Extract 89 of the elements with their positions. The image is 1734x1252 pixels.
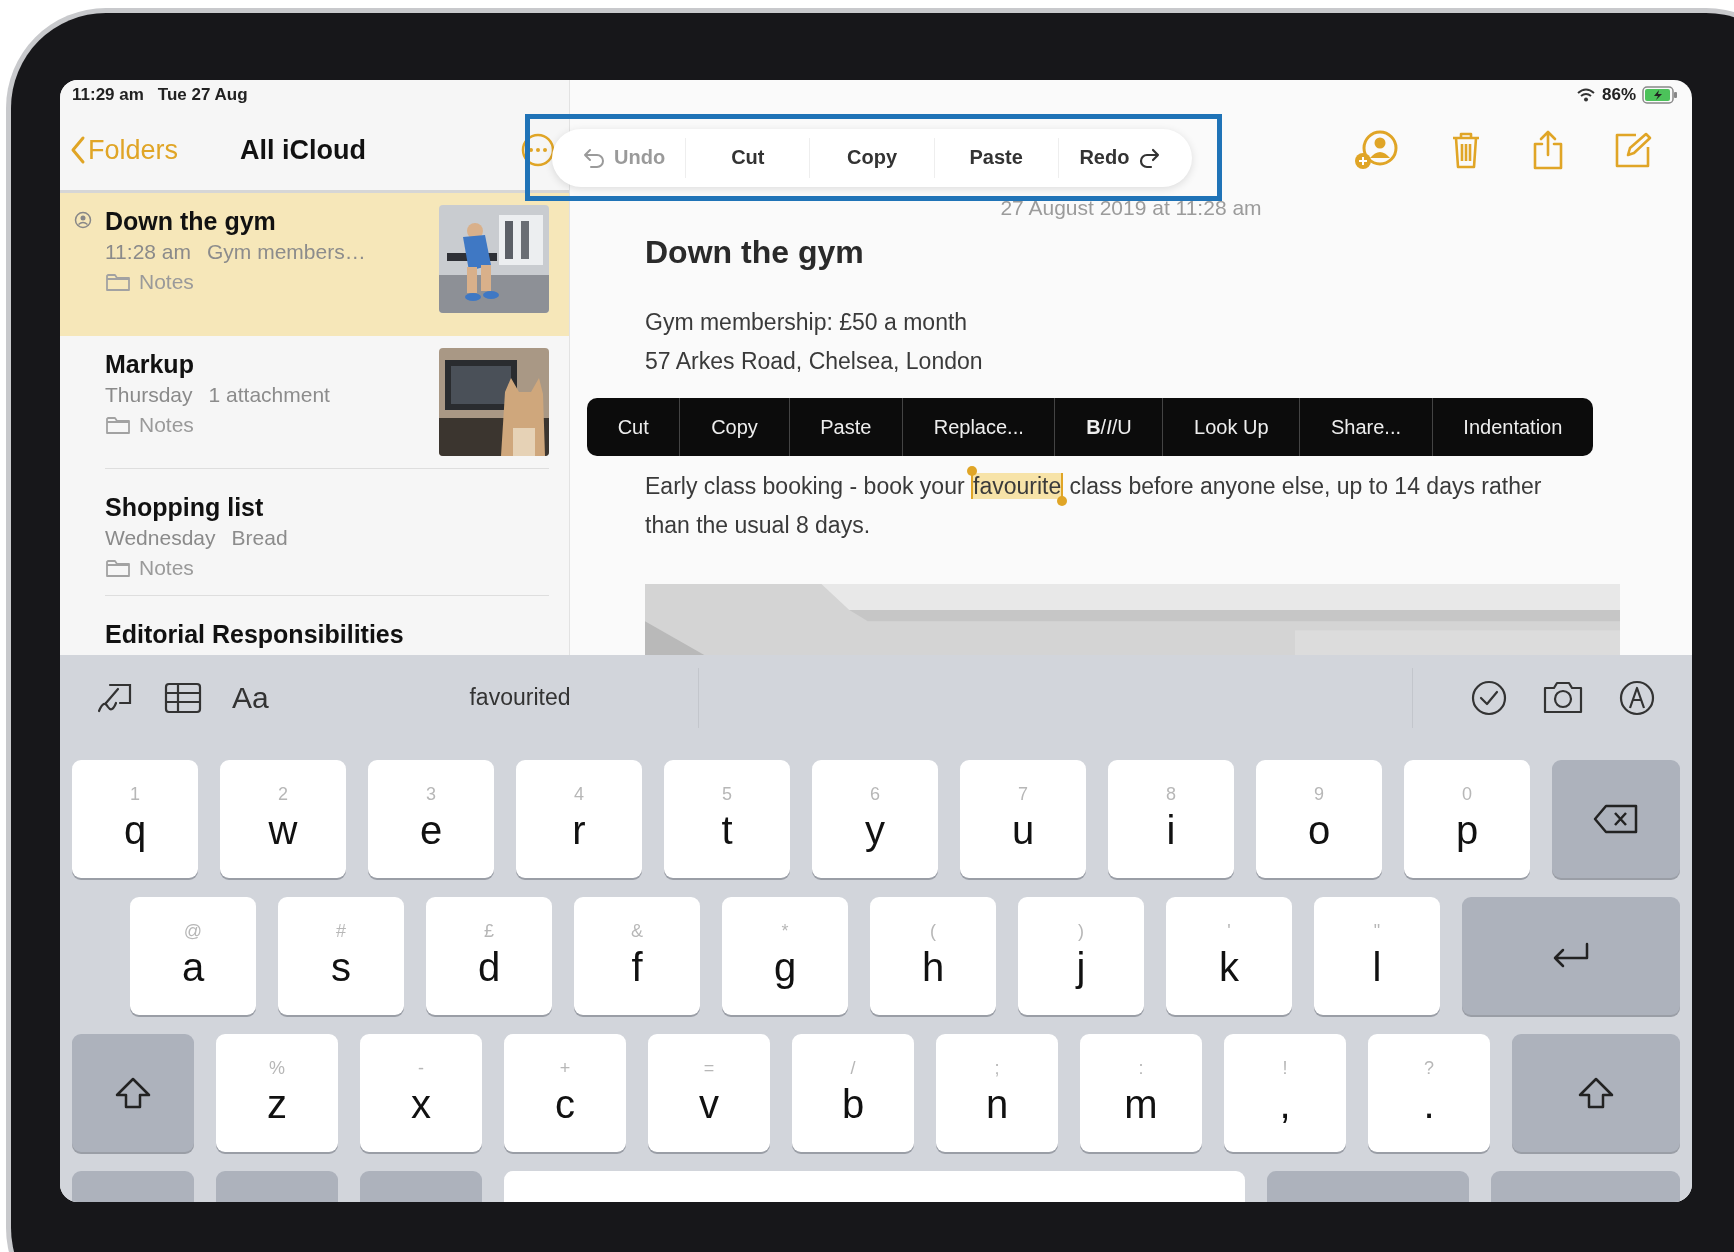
shift-key[interactable] — [1512, 1034, 1680, 1152]
note-preview: 1 attachment — [208, 382, 330, 408]
delete-key[interactable] — [1552, 760, 1680, 878]
shift-icon — [114, 1076, 152, 1110]
compose-icon[interactable] — [1614, 131, 1652, 169]
keyboard-key[interactable]: ( h — [870, 897, 996, 1015]
menu-item[interactable]: Indentation — [1432, 398, 1593, 456]
note-time: Thursday — [105, 382, 193, 408]
menu-item[interactable]: Share... — [1300, 398, 1433, 456]
status-date: Tue 27 Aug — [157, 85, 248, 105]
note-title: Markup — [105, 349, 195, 380]
note-line: 57 Arkes Road, Chelsea, London — [645, 347, 983, 376]
note-title: Shopping list — [105, 492, 265, 523]
share-icon[interactable] — [1532, 129, 1564, 171]
keyboard-key[interactable]: 8 i — [1108, 760, 1234, 878]
toolbar-button[interactable]: Paste — [934, 137, 1059, 178]
keyboard-key[interactable]: ; n — [936, 1034, 1058, 1152]
sidebar-title: All iCloud — [240, 134, 366, 166]
note-folder: Notes — [139, 555, 194, 581]
note-paragraph: Early class booking - book your favourite class before anyone else, up to 14 days rather than the usual 8 days. — [645, 467, 1542, 545]
keyboard-key[interactable]: £ d — [426, 897, 552, 1015]
keyboard-key[interactable]: : m — [1080, 1034, 1202, 1152]
shift-icon — [1577, 1076, 1615, 1110]
table-icon[interactable] — [164, 681, 202, 714]
folder-icon — [105, 415, 131, 435]
keyboard-key[interactable]: / b — [792, 1034, 914, 1152]
battery-icon — [1642, 86, 1678, 104]
note-heading: Down the gym — [645, 234, 864, 271]
note-time: Wednesday — [105, 525, 216, 551]
keyboard-key[interactable]: 5 t — [664, 760, 790, 878]
keyboard-key[interactable]: + c — [504, 1034, 626, 1152]
note-list-item[interactable]: Down the gym 11:28 am Gym members… Notes — [60, 193, 569, 336]
note-preview: Bread — [231, 525, 288, 551]
note-folder: Notes — [139, 412, 194, 438]
undo-icon — [582, 146, 607, 169]
keyboard-key[interactable]: # s — [278, 897, 404, 1015]
menu-item[interactable]: Replace... — [903, 398, 1056, 456]
note-folder: Notes — [139, 269, 194, 295]
keyboard-key[interactable]: * g — [722, 897, 848, 1015]
note-date: 27 August 2019 at 11:28 am — [1000, 196, 1262, 220]
menu-item[interactable]: Look Up — [1163, 398, 1301, 456]
status-time: 11:29 am — [72, 85, 144, 105]
format-button[interactable]: Aa — [232, 680, 269, 715]
toolbar-button[interactable]: Copy — [810, 137, 935, 178]
note-title: Down the gym — [105, 206, 277, 237]
markup-icon[interactable] — [1618, 678, 1656, 717]
checklist-icon[interactable] — [1470, 678, 1508, 717]
menu-item[interactable]: Cut — [587, 398, 681, 456]
keyboard-key[interactable]: 2 w — [220, 760, 346, 878]
keyboard-key[interactable]: 9 o — [1256, 760, 1382, 878]
keyboard-key[interactable]: " l — [1314, 897, 1440, 1015]
keyboard-key[interactable]: 4 r — [516, 760, 642, 878]
add-person-icon[interactable] — [1354, 130, 1400, 170]
keyboard-key[interactable]: ' k — [1166, 897, 1292, 1015]
more-icon[interactable] — [521, 133, 555, 167]
keyboard-key[interactable]: ) j — [1018, 897, 1144, 1015]
keyboard-key[interactable]: & f — [574, 897, 700, 1015]
trash-icon[interactable] — [1450, 130, 1482, 170]
keyboard-key[interactable]: 7 u — [960, 760, 1086, 878]
battery-percent: 86% — [1601, 85, 1636, 105]
note-line: Gym membership: £50 a month — [645, 308, 968, 337]
folder-icon — [105, 558, 131, 578]
note-list-item[interactable]: Shopping list Wednesday Bread Notes — [60, 479, 569, 606]
keyboard-key[interactable]: @ a — [130, 897, 256, 1015]
redo-icon — [1137, 146, 1162, 169]
note-list-item[interactable]: Markup Thursday 1 attachment Notes — [60, 336, 569, 479]
keyboard-key[interactable]: ? . — [1368, 1034, 1490, 1152]
note-title: Editorial Responsibilities — [105, 619, 405, 650]
keyboard-key[interactable]: 3 e — [368, 760, 494, 878]
keyboard-key[interactable]: = v — [648, 1034, 770, 1152]
keyboard-key[interactable]: ! , — [1224, 1034, 1346, 1152]
toolbar-button[interactable]: Redo — [1058, 137, 1182, 178]
folder-icon — [105, 272, 131, 292]
menu-item[interactable]: B/I/U — [1055, 398, 1164, 456]
wifi-icon — [1575, 87, 1596, 103]
keyboard-key[interactable]: 0 p — [1404, 760, 1530, 878]
note-time: 11:28 am — [105, 239, 191, 265]
keyboard-key[interactable]: 1 q — [72, 760, 198, 878]
keyboard-key[interactable]: 6 y — [812, 760, 938, 878]
toolbar-button[interactable]: Cut — [686, 137, 811, 178]
note-preview: Gym members… — [207, 239, 366, 265]
chevron-icon — [70, 135, 86, 165]
shift-key[interactable] — [72, 1034, 194, 1152]
suggestion[interactable]: favourited — [463, 683, 577, 712]
menu-item[interactable]: Paste — [789, 398, 904, 456]
menu-item[interactable]: Copy — [680, 398, 790, 456]
keyboard-key[interactable]: % z — [216, 1034, 338, 1152]
keyboard-key[interactable]: - x — [360, 1034, 482, 1152]
delete-icon — [1592, 803, 1640, 835]
